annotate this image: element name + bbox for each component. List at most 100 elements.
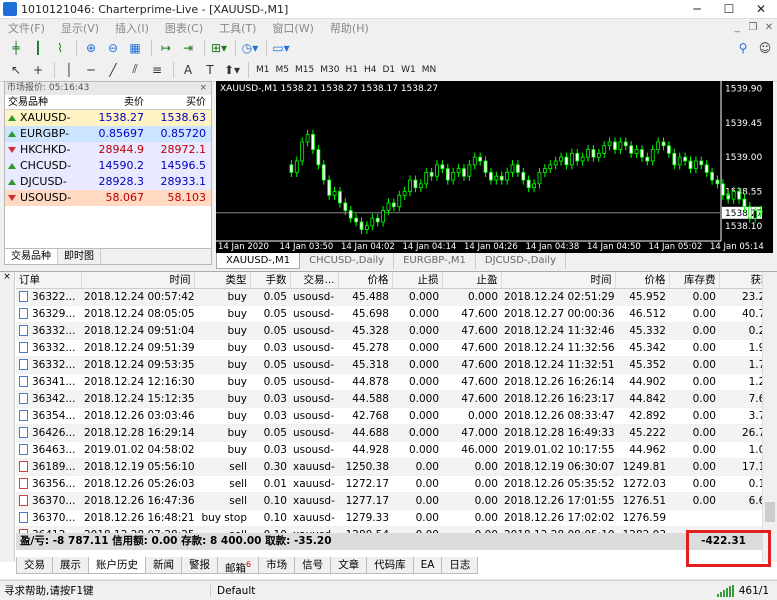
table-row[interactable]: 36322... 2018.12.24 00:57:42 buy 0.05 usousd… <box>16 288 775 306</box>
menu-help[interactable]: 帮助(H) <box>322 20 377 36</box>
timeframe-w1[interactable]: W1 <box>398 62 419 78</box>
zoom-out-icon[interactable]: ⊖ <box>103 39 123 57</box>
timeframe-d1[interactable]: D1 <box>379 62 398 78</box>
cursor-icon[interactable]: ↖ <box>6 61 26 79</box>
trend-line-icon[interactable]: ╱ <box>103 61 123 79</box>
indicators-icon[interactable]: ⊞▾ <box>209 39 229 57</box>
tab-experts[interactable]: EA <box>412 557 443 574</box>
market-watch-row[interactable]: CHCUSD- 14590.2 14596.5 <box>5 158 211 174</box>
table-row[interactable]: 36463... 2019.01.02 04:58:02 buy 0.03 usousd… <box>16 441 775 459</box>
table-row[interactable]: 36370... 2018.12.26 16:47:36 sell 0.10 xauus… <box>16 492 775 510</box>
periods-icon[interactable]: ◷▾ <box>240 39 260 57</box>
arrows-icon[interactable]: ⬆▾ <box>222 61 242 79</box>
table-row[interactable]: 36356... 2018.12.26 05:26:03 sell 0.01 xauus… <box>16 475 775 493</box>
tab-exposure[interactable]: 展示 <box>52 557 89 574</box>
tab-mailbox[interactable]: 邮箱6 <box>217 557 260 575</box>
timeframe-h1[interactable]: H1 <box>342 62 361 78</box>
text-icon[interactable]: A <box>178 61 198 79</box>
text-label-icon[interactable]: T <box>200 61 220 79</box>
market-watch-row[interactable]: EURGBP- 0.85697 0.85720 <box>5 126 211 142</box>
table-row[interactable]: 36354... 2018.12.26 03:03:46 buy 0.03 usousd… <box>16 407 775 425</box>
menu-view[interactable]: 显示(V) <box>53 20 107 36</box>
market-watch-row[interactable]: DJCUSD- 28928.3 28933.1 <box>5 174 211 190</box>
scrollbar-thumb[interactable] <box>765 502 775 522</box>
mdi-close-icon[interactable]: ✕ <box>761 22 777 33</box>
timeframe-h4[interactable]: H4 <box>361 62 380 78</box>
market-watch-row[interactable]: XAUUSD- 1538.27 1538.63 <box>5 110 211 126</box>
timeframe-m1[interactable]: M1 <box>253 62 273 78</box>
vertical-scrollbar[interactable] <box>762 272 777 562</box>
menu-insert[interactable]: 插入(I) <box>107 20 157 36</box>
mdi-minimize-icon[interactable]: _ <box>729 22 745 33</box>
minimize-button[interactable]: ─ <box>681 0 713 18</box>
chart-shift-icon[interactable]: ⇥ <box>178 39 198 57</box>
close-button[interactable]: ✕ <box>745 0 777 18</box>
mdi-restore-icon[interactable]: ❐ <box>745 22 761 33</box>
col-symbol[interactable]: 交易... <box>290 272 339 289</box>
menu-charts[interactable]: 图表(C) <box>157 20 211 36</box>
line-chart-icon[interactable]: ⌇ <box>50 39 70 57</box>
tab-tick-chart[interactable]: 即时图 <box>58 249 101 264</box>
menu-tools[interactable]: 工具(T) <box>211 20 264 36</box>
table-row[interactable]: 36189... 2018.12.19 05:56:10 sell 0.30 xauus… <box>16 458 775 476</box>
community-icon[interactable]: ☺ <box>755 39 775 57</box>
close-icon[interactable]: × <box>199 82 211 95</box>
tab-journal[interactable]: 日志 <box>441 557 479 574</box>
timeframe-m30[interactable]: M30 <box>317 62 342 78</box>
channel-icon[interactable]: ⫽ <box>125 61 145 79</box>
col-type[interactable]: 类型 <box>194 272 251 289</box>
chart-tab-chcusd[interactable]: CHCUSD-,Daily <box>300 253 395 269</box>
tab-news[interactable]: 新闻 <box>145 557 182 574</box>
col-lots[interactable]: 手数 <box>250 272 291 289</box>
tab-code-base[interactable]: 代码库 <box>366 557 414 574</box>
chart-tab-xauusd[interactable]: XAUUSD-,M1 <box>216 253 301 269</box>
vertical-line-icon[interactable]: │ <box>59 61 79 79</box>
menu-file[interactable]: 文件(F) <box>0 20 53 36</box>
table-row[interactable]: 36329... 2018.12.24 08:05:05 buy 0.05 usousd… <box>16 305 775 323</box>
zoom-in-icon[interactable]: ⊕ <box>81 39 101 57</box>
table-row[interactable]: 36341... 2018.12.24 12:16:30 buy 0.05 usousd… <box>16 373 775 391</box>
tab-account-history[interactable]: 账户历史 <box>88 557 146 574</box>
col-order[interactable]: 订单 <box>16 272 82 289</box>
chart-tab-eurgbp[interactable]: EURGBP-,M1 <box>394 253 476 269</box>
market-watch-row[interactable]: USOUSD- 58.067 58.103 <box>5 190 211 206</box>
auto-scroll-icon[interactable]: ↦ <box>156 39 176 57</box>
menu-window[interactable]: 窗口(W) <box>264 20 321 36</box>
candle-chart-icon[interactable]: ┃ <box>28 39 48 57</box>
col-swap[interactable]: 库存费 <box>669 272 720 289</box>
maximize-button[interactable]: ☐ <box>713 0 745 18</box>
tab-alerts[interactable]: 警报 <box>181 557 218 574</box>
tab-signals[interactable]: 信号 <box>294 557 332 574</box>
tab-articles[interactable]: 文章 <box>330 557 368 574</box>
col-open-price[interactable]: 价格 <box>338 272 393 289</box>
chart-tab-djcusd[interactable]: DJCUSD-,Daily <box>476 253 566 269</box>
connection-status[interactable]: 461/1 <box>716 584 777 597</box>
close-icon[interactable]: × <box>0 272 14 282</box>
chart-window[interactable]: XAUUSD-,M1 1538.21 1538.27 1538.17 1538.… <box>216 81 773 253</box>
price-chart[interactable]: XAUUSD-,M1 1538.21 1538.27 1538.17 1538.… <box>216 81 773 253</box>
table-row[interactable]: 36332... 2018.12.24 09:51:04 buy 0.05 usousd… <box>16 322 775 340</box>
col-close-price[interactable]: 价格 <box>615 272 670 289</box>
search-icon[interactable]: ⚲ <box>733 39 753 57</box>
col-ask[interactable]: 买价 <box>147 95 209 109</box>
table-row[interactable]: 36426... 2018.12.28 16:29:14 buy 0.05 usousd… <box>16 424 775 442</box>
tile-windows-icon[interactable]: ▦ <box>125 39 145 57</box>
table-row[interactable]: 36332... 2018.12.24 09:53:35 buy 0.05 usousd… <box>16 356 775 374</box>
templates-icon[interactable]: ▭▾ <box>271 39 291 57</box>
bar-chart-icon[interactable]: ╪ <box>6 39 26 57</box>
timeframe-m15[interactable]: M15 <box>292 62 317 78</box>
tab-symbols[interactable]: 交易品种 <box>5 249 58 264</box>
market-watch-row[interactable]: HKCHKD- 28944.9 28972.1 <box>5 142 211 158</box>
col-symbol[interactable]: 交易品种 <box>5 95 87 109</box>
tab-market[interactable]: 市场 <box>258 557 296 574</box>
horizontal-line-icon[interactable]: ─ <box>81 61 101 79</box>
tab-trade[interactable]: 交易 <box>16 557 53 574</box>
col-close-time[interactable]: 时间 <box>501 272 616 289</box>
table-row[interactable]: 36370... 2018.12.26 16:48:21 buy stop 0.10 x… <box>16 509 775 527</box>
timeframe-m5[interactable]: M5 <box>273 62 293 78</box>
table-row[interactable]: 36342... 2018.12.24 15:12:35 buy 0.03 usousd… <box>16 390 775 408</box>
col-take-profit[interactable]: 止盈 <box>442 272 502 289</box>
col-open-time[interactable]: 时间 <box>81 272 195 289</box>
fibonacci-icon[interactable]: ≡ <box>147 61 167 79</box>
table-row[interactable]: 36332... 2018.12.24 09:51:39 buy 0.03 usousd… <box>16 339 775 357</box>
